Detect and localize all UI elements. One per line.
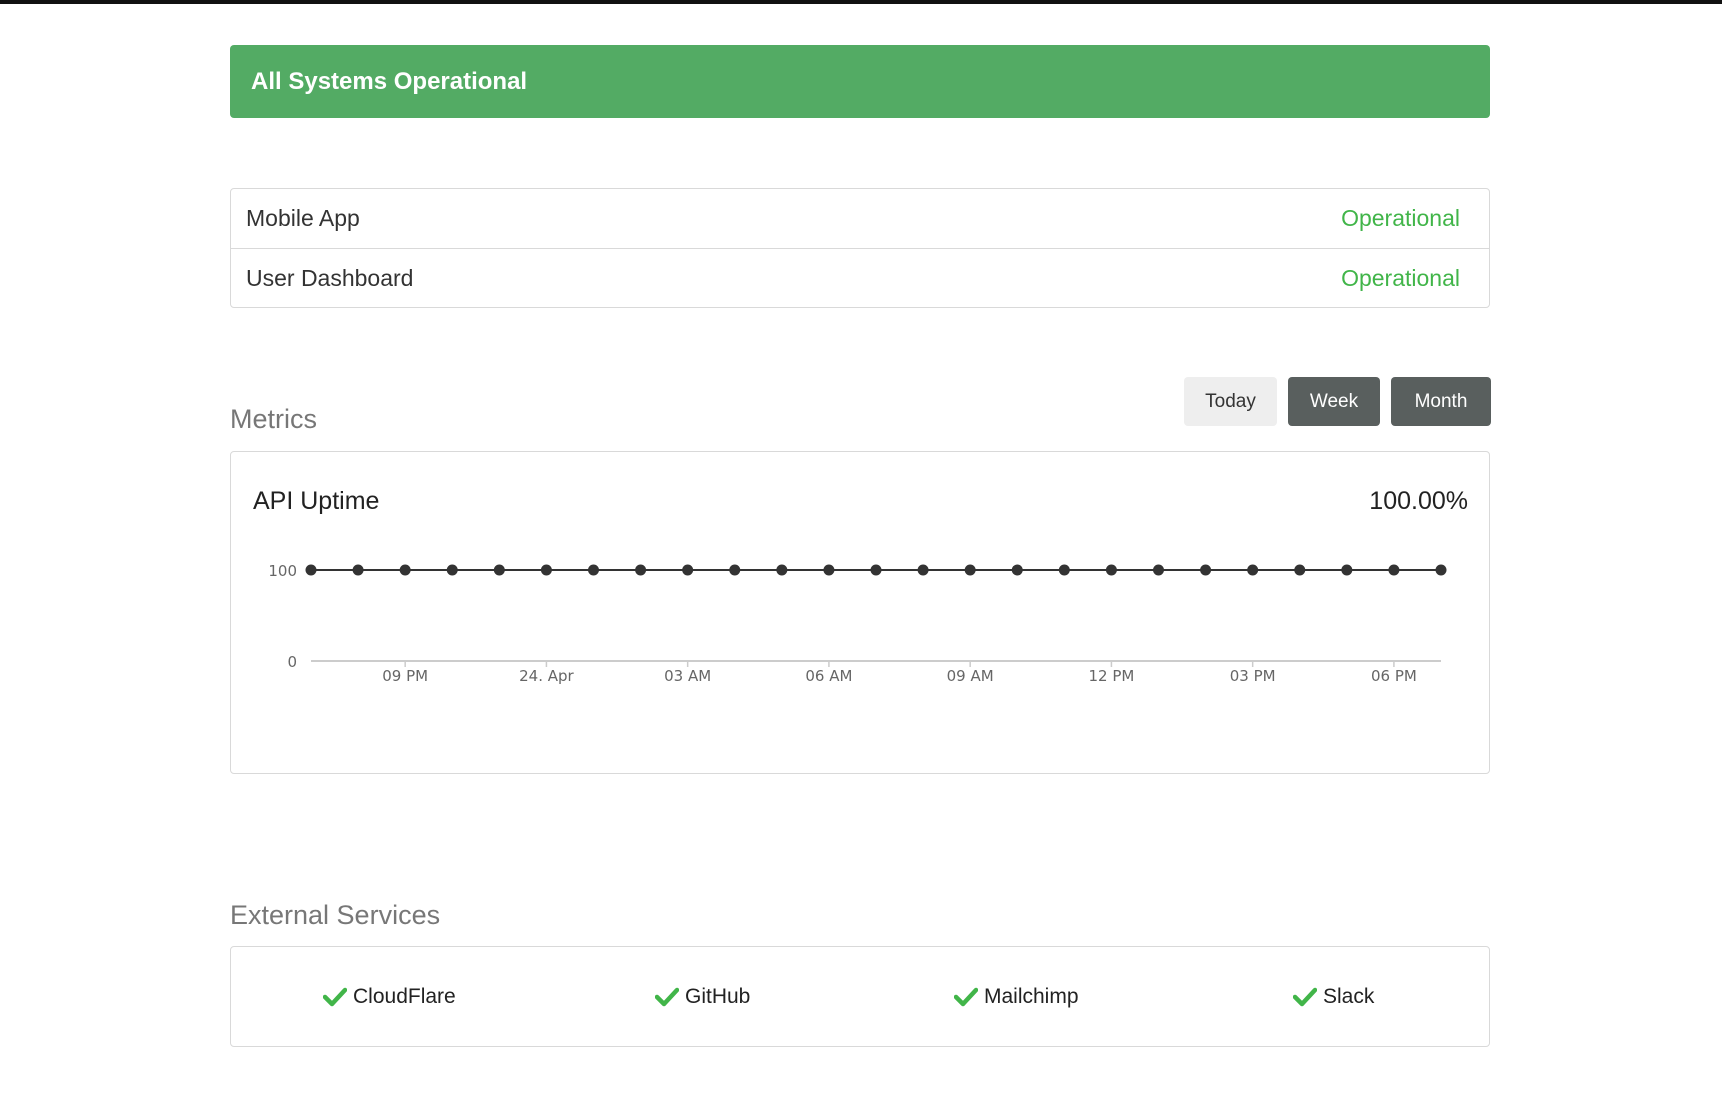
range-selector: Today Week Month: [1184, 377, 1491, 426]
external-services-card: CloudFlare GitHub Mailchimp Slack: [230, 946, 1490, 1047]
check-icon: [1293, 987, 1317, 1006]
data-point: [446, 564, 458, 576]
week-button[interactable]: Week: [1288, 377, 1380, 426]
x-tick-label: 06 PM: [1371, 667, 1417, 685]
external-service-item: Mailchimp: [954, 947, 1079, 1046]
data-point: [399, 564, 411, 576]
external-services-heading: External Services: [230, 900, 441, 930]
x-tick-label: 12 PM: [1088, 667, 1134, 685]
data-point: [682, 564, 694, 576]
check-icon: [323, 987, 347, 1006]
today-button[interactable]: Today: [1184, 377, 1277, 426]
component-name: Mobile App: [246, 205, 360, 231]
x-tick-label: 03 AM: [664, 667, 711, 685]
x-tick-label: 09 PM: [382, 667, 428, 685]
data-point: [1153, 564, 1164, 576]
external-service-name: Mailchimp: [984, 984, 1079, 1008]
metric-card: API Uptime 100.00% 100 0 09 PM 24. Apr 03 AM…: [230, 451, 1490, 774]
data-point: [352, 564, 364, 576]
data-point: [917, 564, 929, 576]
data-point: [305, 564, 317, 576]
y-tick-label: 0: [287, 653, 297, 671]
external-service-item: CloudFlare: [323, 947, 456, 1046]
external-service-item: GitHub: [655, 947, 750, 1046]
month-button[interactable]: Month: [1391, 377, 1491, 426]
component-row: Mobile App Operational: [231, 189, 1489, 248]
component-row: User Dashboard Operational: [231, 248, 1489, 307]
data-point: [870, 564, 882, 576]
component-name: User Dashboard: [246, 264, 414, 291]
system-status-banner: All Systems Operational: [230, 45, 1490, 118]
data-point: [823, 564, 835, 576]
external-service-name: CloudFlare: [353, 984, 456, 1008]
x-tick-label: 24. Apr: [519, 667, 574, 685]
component-status: Operational: [1341, 205, 1460, 231]
data-point: [1388, 564, 1400, 576]
data-point: [1200, 564, 1212, 576]
uptime-chart: 100 0 09 PM 24. Apr 03 AM 06 AM 09 AM 12 PM 03 P…: [268, 562, 1447, 685]
data-point: [1341, 564, 1353, 576]
data-point: [964, 564, 976, 576]
metrics-heading: Metrics: [230, 404, 317, 434]
external-service-name: GitHub: [685, 984, 751, 1008]
system-status-text: All Systems Operational: [251, 67, 528, 95]
data-point: [1294, 564, 1306, 576]
data-point: [540, 564, 552, 576]
data-point: [1435, 564, 1447, 576]
data-point: [776, 564, 788, 576]
data-point: [1247, 564, 1259, 576]
x-tick-label: 09 AM: [947, 667, 994, 685]
x-tick-label: 06 AM: [805, 667, 852, 685]
check-icon: [954, 987, 978, 1006]
external-service-item: Slack: [1293, 947, 1374, 1046]
data-point: [729, 564, 741, 576]
x-tick-label: 03 PM: [1230, 667, 1276, 685]
component-status: Operational: [1341, 264, 1460, 291]
top-border: [0, 0, 1722, 4]
data-point: [1105, 564, 1117, 576]
data-point: [588, 564, 599, 576]
y-tick-label: 100: [268, 562, 297, 580]
data-point: [1058, 564, 1070, 576]
data-point: [1011, 564, 1023, 576]
components-list: Mobile App Operational User Dashboard Op…: [230, 188, 1490, 308]
data-point: [493, 564, 505, 576]
check-icon: [655, 987, 679, 1006]
data-point: [635, 564, 647, 576]
external-service-name: Slack: [1323, 984, 1375, 1008]
